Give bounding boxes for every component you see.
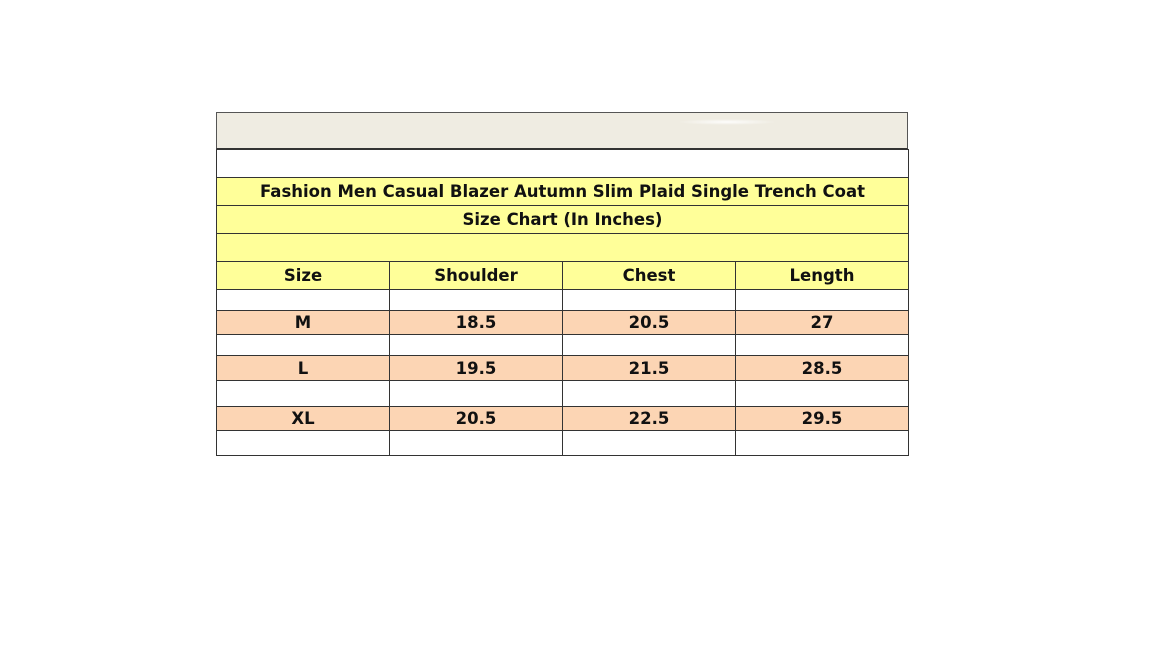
empty-cell <box>216 334 390 356</box>
empty-cell <box>216 380 390 407</box>
table-row: M 18.5 20.5 27 <box>216 310 909 335</box>
header-length: Length <box>735 261 909 290</box>
size-cell: XL <box>216 406 390 431</box>
chest-cell: 21.5 <box>562 355 736 381</box>
empty-cell <box>389 430 563 456</box>
chest-cell: 20.5 <box>562 310 736 335</box>
chest-cell: 22.5 <box>562 406 736 431</box>
empty-cell <box>735 289 909 311</box>
table-row: L 19.5 21.5 28.5 <box>216 355 909 381</box>
spacer-row <box>216 380 909 407</box>
banner-image <box>216 112 908 149</box>
empty-cell <box>735 334 909 356</box>
chart-subtitle: Size Chart (In Inches) <box>216 205 909 234</box>
length-cell: 29.5 <box>735 406 909 431</box>
spacer-row-yellow <box>216 233 909 262</box>
length-cell: 28.5 <box>735 355 909 381</box>
empty-cell <box>216 149 909 178</box>
shoulder-cell: 19.5 <box>389 355 563 381</box>
banner-sheen <box>677 119 777 125</box>
empty-cell <box>562 289 736 311</box>
header-chest: Chest <box>562 261 736 290</box>
chart-title: Fashion Men Casual Blazer Autumn Slim Pl… <box>216 177 909 206</box>
size-cell: L <box>216 355 390 381</box>
empty-cell <box>562 380 736 407</box>
empty-cell <box>389 334 563 356</box>
spacer-row <box>216 430 909 456</box>
shoulder-cell: 18.5 <box>389 310 563 335</box>
empty-cell <box>389 380 563 407</box>
empty-cell <box>216 233 909 262</box>
spacer-row <box>216 334 909 356</box>
length-cell: 27 <box>735 310 909 335</box>
empty-cell <box>216 430 390 456</box>
header-row: Size Shoulder Chest Length <box>216 261 909 290</box>
spacer-row <box>216 149 909 178</box>
subtitle-row: Size Chart (In Inches) <box>216 205 909 234</box>
empty-cell <box>216 289 390 311</box>
empty-cell <box>735 380 909 407</box>
spacer-row <box>216 289 909 311</box>
empty-cell <box>389 289 563 311</box>
size-cell: M <box>216 310 390 335</box>
size-chart-table: Fashion Men Casual Blazer Autumn Slim Pl… <box>216 149 909 456</box>
header-shoulder: Shoulder <box>389 261 563 290</box>
empty-cell <box>562 334 736 356</box>
empty-cell <box>735 430 909 456</box>
shoulder-cell: 20.5 <box>389 406 563 431</box>
title-row: Fashion Men Casual Blazer Autumn Slim Pl… <box>216 177 909 206</box>
header-size: Size <box>216 261 390 290</box>
table-row: XL 20.5 22.5 29.5 <box>216 406 909 431</box>
empty-cell <box>562 430 736 456</box>
size-chart-sheet: Fashion Men Casual Blazer Autumn Slim Pl… <box>216 112 909 456</box>
